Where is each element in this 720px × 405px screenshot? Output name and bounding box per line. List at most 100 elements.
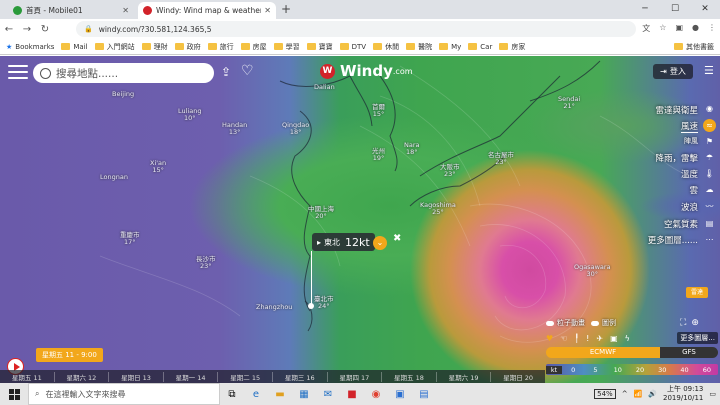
notification-icon[interactable]: ▭ — [709, 390, 716, 398]
layer-air-quality[interactable]: 空氣質素 — [664, 218, 698, 230]
bookmark-folder[interactable]: 房家 — [499, 42, 525, 52]
file-explorer-icon[interactable]: ▬ — [268, 383, 292, 405]
timeline-day[interactable]: 星期四 17 — [326, 371, 382, 382]
waves-icon[interactable]: 〰 — [703, 200, 716, 213]
air-quality-icon[interactable]: ▤ — [703, 217, 716, 230]
close-window-icon[interactable]: ✕ — [690, 0, 720, 19]
timeline-day[interactable]: 星期日 20 — [490, 371, 545, 382]
back-arrow-icon[interactable]: ← — [0, 24, 18, 35]
rain-icon[interactable]: ☂ — [703, 151, 716, 164]
battery-indicator[interactable]: 54% — [594, 389, 616, 399]
task-view-icon[interactable]: ⧉ — [220, 383, 244, 405]
bookmark-folder[interactable]: DTV — [339, 43, 366, 51]
office-icon[interactable]: ■ — [340, 383, 364, 405]
warning-icon[interactable]: ! — [586, 334, 589, 343]
timeline-day[interactable]: 星期三 16 — [271, 371, 327, 382]
layer-waves[interactable]: 波浪 — [681, 201, 698, 213]
camera-icon[interactable]: ▣ — [610, 334, 618, 343]
new-tab-button[interactable]: + — [281, 2, 291, 16]
model-gfs[interactable]: GFS — [660, 347, 718, 358]
more-layers-icon[interactable]: ⋯ — [703, 233, 716, 246]
bookmark-folder[interactable]: 休閒 — [373, 42, 399, 52]
bookmark-folder[interactable]: 房屋 — [240, 42, 267, 52]
bookmark-folder[interactable]: 學習 — [273, 42, 300, 52]
wind-map[interactable]: Beijing Dalian 首爾 15° Sendai 21° Luliang 10… — [0, 56, 720, 383]
network-icon[interactable]: 📶 — [634, 390, 643, 398]
bookmark-item[interactable]: ★ Bookmarks — [6, 43, 54, 51]
layer-more[interactable]: 更多圖層...... — [648, 234, 698, 246]
mail-icon[interactable]: ✉ — [316, 383, 340, 405]
more-menu-icon[interactable]: ☰ — [704, 64, 714, 77]
layer-clouds[interactable]: 雲 — [689, 184, 698, 196]
close-tab-icon[interactable]: ✕ — [264, 6, 271, 15]
layer-radar-satellite[interactable]: 雷達與衛星 — [655, 104, 698, 116]
cloud-icon[interactable]: ☁ — [703, 183, 716, 196]
particles-toggle[interactable]: 粒子動畫 — [546, 318, 585, 328]
timeline-day[interactable]: 星期五 18 — [381, 371, 436, 382]
taskbar-search[interactable]: ⌕ 在這裡輸入文字來搜尋 — [28, 383, 220, 405]
share-icon[interactable]: ⇪ — [221, 65, 231, 79]
translate-icon[interactable]: 文 — [642, 23, 650, 34]
layer-temperature[interactable]: 溫度 — [681, 168, 698, 180]
picker-dot[interactable] — [308, 303, 314, 309]
radar-button[interactable]: 雷達 — [686, 287, 708, 298]
bookmark-folder[interactable]: 寶寶 — [306, 42, 333, 52]
minimize-icon[interactable]: ─ — [630, 0, 660, 19]
fullscreen-icon[interactable]: ⛶ — [680, 318, 686, 328]
layer-wind[interactable]: 風速 — [680, 120, 698, 133]
search-input[interactable]: 搜尋地點...... — [33, 63, 214, 83]
current-time-bubble[interactable]: 星期五 11 - 9:00 — [36, 348, 103, 362]
bookmark-folder[interactable]: My — [439, 43, 461, 51]
hand-icon[interactable]: ☜ — [560, 334, 567, 343]
timeline-day[interactable]: 星期五 11 — [0, 372, 54, 382]
timeline[interactable]: 星期五 11 星期六 12 星期日 13 星期一 14 星期二 15 星期三 1… — [0, 370, 545, 383]
thermometer-icon[interactable]: 🌡 — [703, 167, 716, 180]
timeline-day[interactable]: 星期六 19 — [435, 371, 491, 382]
volume-icon[interactable]: 🔊 — [648, 390, 657, 398]
login-button[interactable]: ⇥ 登入 — [653, 64, 693, 79]
timeline-day[interactable]: 星期日 13 — [108, 371, 163, 382]
bookmark-folder[interactable]: 理財 — [141, 42, 168, 52]
gust-flag-icon[interactable]: ⚑ — [703, 135, 716, 148]
extension-icon[interactable]: ▣ — [675, 23, 683, 34]
forward-arrow-icon[interactable]: → — [18, 24, 36, 35]
wind-bar-icon[interactable]: ╿ — [574, 334, 579, 343]
more-layers-button[interactable]: 更多圖層... — [677, 332, 718, 344]
lightning-icon[interactable]: ϟ — [625, 334, 630, 343]
legend-toggle[interactable]: 圖例 — [591, 318, 616, 328]
other-bookmarks-folder[interactable]: 其他書籤 — [674, 42, 714, 52]
app-icon[interactable]: ▤ — [412, 383, 436, 405]
radar-icon[interactable]: ◉ — [703, 102, 716, 115]
picker-expand-icon[interactable]: ⌄ — [373, 236, 387, 250]
bookmark-folder[interactable]: 旅行 — [207, 42, 234, 52]
clock[interactable]: 上午 09:13 2019/10/11 — [663, 385, 703, 403]
star-icon[interactable]: ☆ — [659, 23, 666, 34]
chevron-up-icon[interactable]: ^ — [622, 390, 628, 398]
reload-icon[interactable]: ↻ — [36, 24, 54, 35]
start-button[interactable] — [0, 383, 28, 405]
tab-windy[interactable]: Windy: Wind map & weather f… ✕ — [138, 2, 276, 19]
layer-gusts[interactable]: 陣風 — [684, 136, 698, 146]
layer-rain-thunder[interactable]: 降雨，雷擊 — [655, 152, 698, 164]
timeline-day[interactable]: 星期一 14 — [162, 371, 218, 382]
bookmark-folder[interactable]: 入門網站 — [94, 42, 135, 52]
bookmark-folder[interactable]: Car — [468, 43, 492, 51]
timeline-day[interactable]: 星期二 15 — [217, 371, 272, 382]
maximize-icon[interactable]: ☐ — [660, 0, 690, 19]
airplane-icon[interactable]: ✈ — [596, 334, 603, 343]
address-bar[interactable]: 🔒 windy.com/?30.581,124.365,5 — [76, 21, 636, 37]
menu-dots-icon[interactable]: ⋮ — [708, 23, 716, 34]
heart-icon[interactable]: ♡ — [241, 63, 254, 79]
profile-icon[interactable]: ● — [692, 23, 699, 34]
menu-icon[interactable] — [8, 65, 28, 79]
chrome-icon[interactable]: ◉ — [364, 383, 388, 405]
close-tab-icon[interactable]: ✕ — [122, 6, 129, 15]
picker-close-icon[interactable]: ✖ — [393, 233, 401, 244]
app-icon[interactable]: ▣ — [388, 383, 412, 405]
bookmark-folder[interactable]: Mail — [61, 43, 88, 51]
wind-icon[interactable]: ≈ — [703, 119, 716, 132]
model-ecmwf[interactable]: ECMWF — [546, 347, 660, 358]
timeline-day[interactable]: 星期六 12 — [53, 371, 109, 382]
bookmark-folder[interactable]: 政府 — [174, 42, 201, 52]
bookmark-folder[interactable]: 醫院 — [406, 42, 432, 52]
